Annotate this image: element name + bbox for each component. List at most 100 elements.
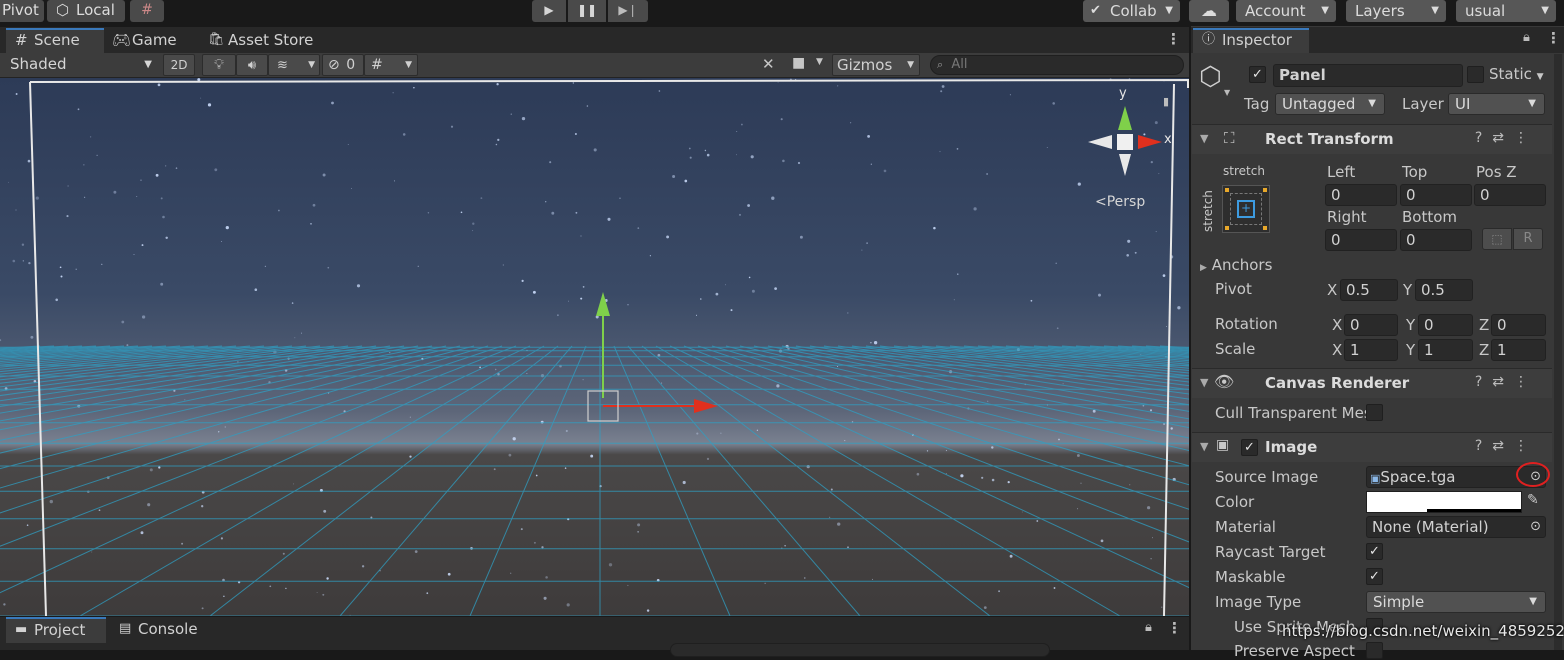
collab-dropdown[interactable]: ✔ Collab ▼ xyxy=(1083,0,1180,22)
star xyxy=(1053,587,1056,589)
rotation-x-input[interactable]: 0 xyxy=(1344,314,1398,336)
anchor-preset-button[interactable]: + xyxy=(1222,185,1270,233)
icon-chevron-down-icon[interactable]: ▼ xyxy=(1224,88,1230,97)
eyedropper-icon[interactable]: ✎ xyxy=(1527,492,1539,508)
maskable-checkbox[interactable]: ✓ xyxy=(1366,568,1383,585)
star xyxy=(293,483,295,485)
inspector-scrollbar[interactable] xyxy=(1554,54,1562,650)
star xyxy=(331,101,334,105)
toggle-2d-button[interactable]: 2D xyxy=(163,54,195,76)
tag-dropdown[interactable]: Untagged ▼ xyxy=(1275,93,1385,115)
tab-game[interactable]: 🎮︎ Game xyxy=(110,28,200,53)
project-search-input[interactable] xyxy=(670,643,1050,657)
account-dropdown[interactable]: Account ▼ xyxy=(1236,0,1336,22)
blueprint-mode-button[interactable]: ⬚ xyxy=(1482,228,1512,250)
bottom-more-icon[interactable]: ⋮ xyxy=(1167,619,1182,637)
star xyxy=(402,133,406,136)
tab-project[interactable]: ▬ Project xyxy=(6,617,106,643)
scale-y-input[interactable]: 1 xyxy=(1418,339,1473,361)
audio-toggle[interactable]: 🔊︎ xyxy=(236,54,268,76)
active-checkbox[interactable]: ✓ xyxy=(1249,66,1266,83)
rotation-y-axis: Y xyxy=(1406,316,1416,334)
object-name-input[interactable]: Panel xyxy=(1273,64,1463,87)
grid-line xyxy=(469,345,587,616)
tab-console[interactable]: ▤ Console xyxy=(116,617,216,643)
gameobject-icon[interactable]: ⬡ xyxy=(1199,62,1222,92)
tab-scene[interactable]: # Scene xyxy=(6,28,104,53)
star xyxy=(829,516,831,518)
image-header[interactable]: ▼ ▣ ✓ Image ?⇄⋮ xyxy=(1192,432,1552,462)
gizmos-dropdown[interactable]: Gizmos ▼ xyxy=(832,54,920,76)
shading-mode-dropdown[interactable]: Shaded ▼ xyxy=(4,54,156,76)
left-input[interactable]: 0 xyxy=(1325,184,1397,206)
inspector-lock-icon[interactable]: 🔒︎ xyxy=(1523,30,1530,45)
grid-snap-dropdown[interactable]: # ▼ xyxy=(364,54,418,76)
raycast-target-checkbox[interactable]: ✓ xyxy=(1366,543,1383,560)
rotation-z-input[interactable]: 0 xyxy=(1491,314,1546,336)
more-options-icon[interactable]: ⋮ xyxy=(1166,30,1181,48)
material-field[interactable]: None (Material) ⊙ xyxy=(1366,516,1546,538)
anchors-foldout[interactable]: ▶ Anchors xyxy=(1200,256,1272,274)
lighting-toggle[interactable]: 💡︎ xyxy=(202,54,236,76)
pivot-x-input[interactable]: 0.5 xyxy=(1340,279,1398,301)
right-input[interactable]: 0 xyxy=(1325,229,1397,251)
bottom-lock-icon[interactable]: 🔒︎ xyxy=(1145,620,1152,635)
projection-toggle[interactable]: <Persp xyxy=(1095,194,1145,210)
layout-dropdown[interactable]: usual ▼ xyxy=(1456,0,1556,22)
star xyxy=(472,230,474,232)
raw-edit-button[interactable]: R xyxy=(1513,228,1543,250)
pause-button[interactable]: ❚❚ xyxy=(568,0,606,22)
cloud-button[interactable]: ☁ xyxy=(1189,0,1229,22)
bottom-input[interactable]: 0 xyxy=(1400,229,1472,251)
star xyxy=(715,292,719,296)
grid-line xyxy=(851,345,1189,391)
cull-transparent-checkbox[interactable] xyxy=(1366,404,1383,421)
color-swatch[interactable] xyxy=(1366,491,1522,513)
snap-toggle[interactable]: # xyxy=(130,0,164,22)
hidden-objects-toggle[interactable]: ⊘ 0 xyxy=(322,54,364,76)
chevron-left-icon: < xyxy=(1095,194,1107,210)
image-type-dropdown[interactable]: Simple ▼ xyxy=(1366,591,1546,613)
star xyxy=(740,123,743,126)
rect-transform-header[interactable]: ▼ ⛶ Rect Transform ?⇄⋮ xyxy=(1192,124,1552,154)
camera-dropdown[interactable]: ■ ▼ xyxy=(792,55,828,75)
scale-z-input[interactable]: 1 xyxy=(1491,339,1546,361)
local-toggle[interactable]: ⬡ Local xyxy=(47,0,125,22)
star xyxy=(1077,182,1081,186)
image-enabled-checkbox[interactable]: ✓ xyxy=(1241,439,1258,456)
scale-x-input[interactable]: 1 xyxy=(1344,339,1398,361)
top-input[interactable]: 0 xyxy=(1400,184,1472,206)
grid-line xyxy=(907,345,1189,377)
hash-icon: # xyxy=(15,31,28,49)
layers-dropdown[interactable]: Layers ▼ xyxy=(1346,0,1446,22)
star xyxy=(940,90,943,93)
rotation-y-input[interactable]: 0 xyxy=(1418,314,1473,336)
static-label[interactable]: Static ▼ xyxy=(1489,65,1544,83)
object-picker-icon[interactable]: ⊙ xyxy=(1530,517,1541,537)
canvas-renderer-header[interactable]: ▼ 👁︎ Canvas Renderer ?⇄⋮ xyxy=(1192,368,1552,398)
static-checkbox[interactable] xyxy=(1467,66,1484,83)
star xyxy=(991,446,994,449)
tools-icon[interactable]: ✕ xyxy=(762,55,775,73)
play-button[interactable]: ▶ xyxy=(532,0,566,22)
layer-dropdown[interactable]: UI ▼ xyxy=(1448,93,1545,115)
effects-dropdown[interactable]: ≋ ▼ xyxy=(268,54,320,76)
tab-console-label: Console xyxy=(138,620,198,638)
inspector-more-icon[interactable]: ⋮ xyxy=(1546,29,1561,47)
pivot-toggle[interactable]: Pivot xyxy=(0,0,44,22)
star xyxy=(593,148,597,152)
star xyxy=(983,606,987,609)
scene-viewport[interactable]: ▮ y x <Persp xyxy=(0,78,1189,616)
preserve-aspect-checkbox[interactable] xyxy=(1366,642,1383,659)
pivot-y-input[interactable]: 0.5 xyxy=(1415,279,1473,301)
star xyxy=(776,384,780,388)
star xyxy=(566,603,570,607)
tab-asset-store[interactable]: 🛍︎ Asset Store xyxy=(207,28,317,53)
component-header-icons: ?⇄⋮ xyxy=(1474,438,1538,454)
gizmos-label: Gizmos xyxy=(837,56,893,74)
step-button[interactable]: ▶❘ xyxy=(608,0,648,22)
scene-search-input[interactable]: ⌕ All xyxy=(930,55,1184,75)
star xyxy=(140,179,142,182)
tab-inspector[interactable]: ⓘ Inspector xyxy=(1193,28,1309,53)
posz-input[interactable]: 0 xyxy=(1474,184,1546,206)
